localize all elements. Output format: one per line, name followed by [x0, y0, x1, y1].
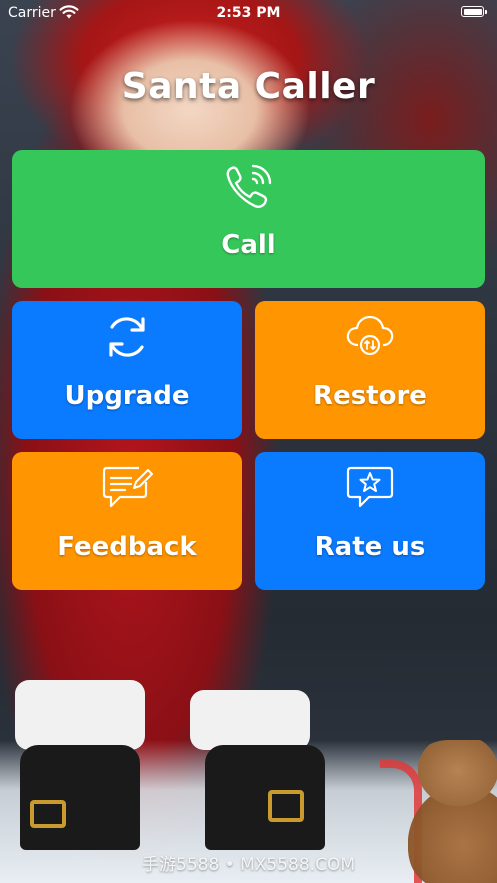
page-title: Santa Caller — [121, 66, 376, 107]
santa-boot-right — [205, 745, 325, 850]
status-bar: Carrier 2:53 PM — [0, 0, 497, 26]
upgrade-button-label: Upgrade — [64, 381, 190, 411]
message-edit-icon — [102, 466, 153, 508]
call-button-label: Call — [221, 230, 276, 260]
boot-buckle-right — [268, 790, 304, 822]
santa-boot-cuff-right — [190, 690, 310, 750]
phone-ringing-icon — [226, 164, 271, 208]
restore-button[interactable]: Restore — [255, 301, 485, 439]
watermark-text: 手游5588 • MX5588.COM — [142, 855, 355, 875]
cloud-sync-icon — [346, 315, 394, 356]
rate-us-button[interactable]: Rate us — [255, 452, 485, 590]
upgrade-button[interactable]: Upgrade — [12, 301, 242, 439]
refresh-icon — [109, 317, 145, 357]
battery-icon — [461, 6, 487, 17]
rate-us-button-label: Rate us — [314, 532, 426, 562]
santa-boot-left — [20, 745, 140, 850]
status-time: 2:53 PM — [216, 5, 281, 21]
feedback-button-label: Feedback — [57, 532, 197, 562]
santa-boot-cuff-left — [15, 680, 145, 750]
restore-button-label: Restore — [313, 381, 427, 411]
call-button[interactable]: Call — [12, 150, 485, 288]
app-screen: Carrier 2:53 PM Santa Caller Call Upgrad… — [0, 0, 497, 883]
star-message-icon — [346, 466, 394, 508]
feedback-button[interactable]: Feedback — [12, 452, 242, 590]
boot-buckle-left — [30, 800, 66, 828]
